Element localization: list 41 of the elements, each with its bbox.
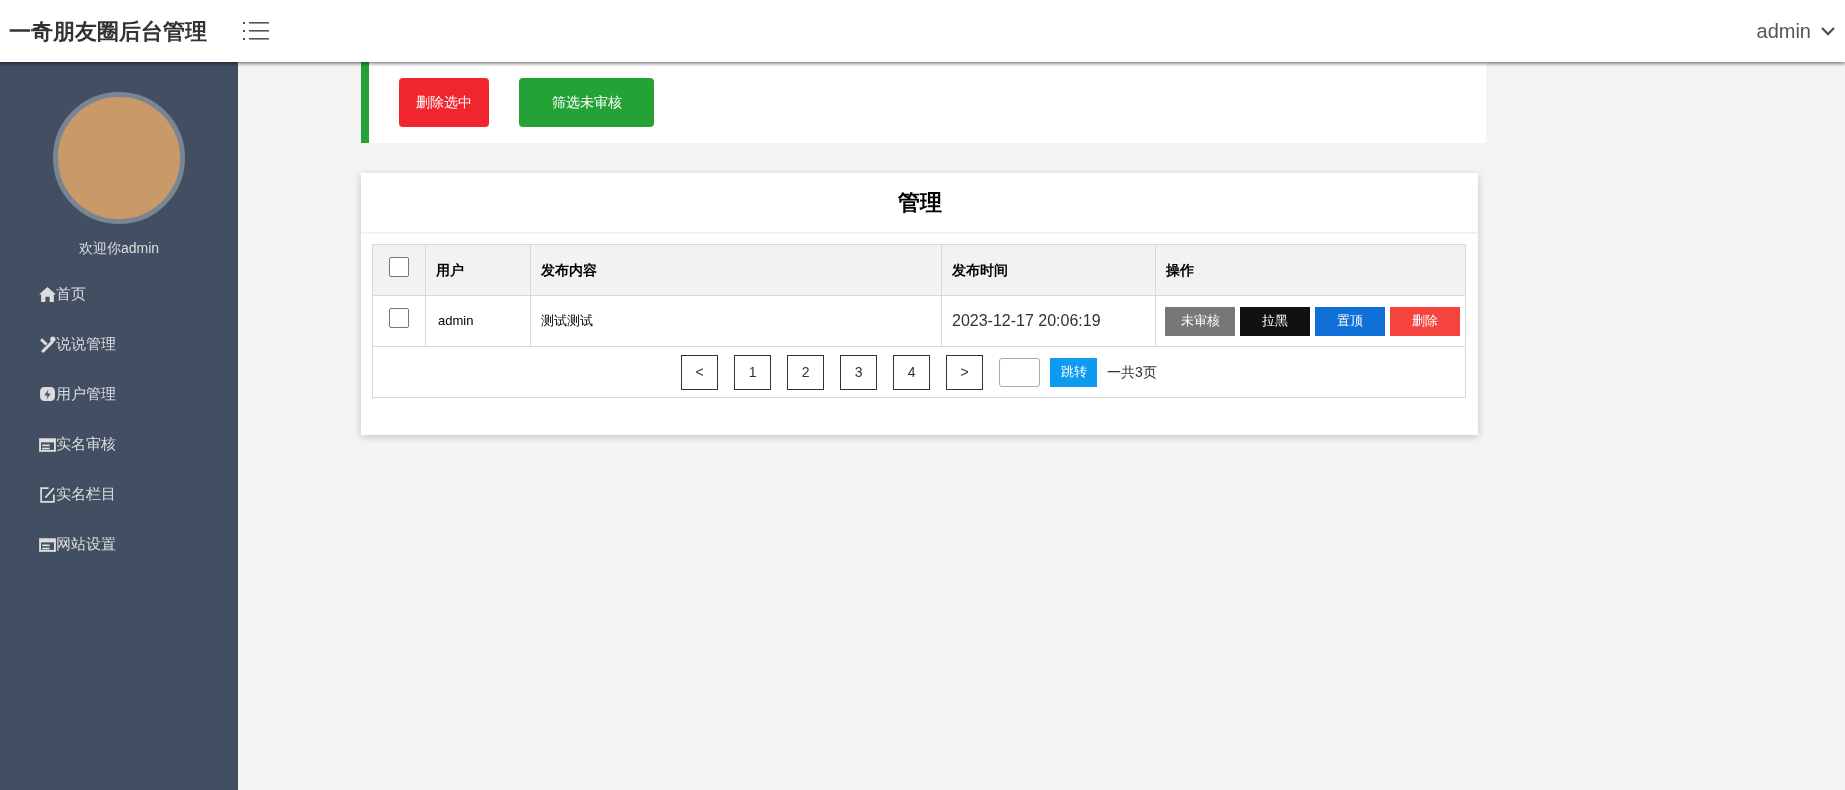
table-cell: 测试测试	[541, 313, 593, 329]
edit-icon	[39, 485, 56, 503]
card-title: 管理	[897, 189, 942, 217]
page-button[interactable]: 2	[787, 354, 825, 390]
card-icon	[39, 435, 56, 453]
column-header: 发布时间	[952, 261, 1008, 278]
action-button[interactable]: 删除	[1390, 306, 1460, 336]
app-title: 一奇朋友圈后台管理	[9, 17, 207, 46]
tools-icon	[39, 335, 56, 353]
delete-selected-button[interactable]: 删除选中	[399, 78, 489, 127]
table-cell: 2023-12-17 20:06:19	[952, 312, 1101, 329]
card-icon	[39, 535, 56, 553]
page-button[interactable]: 1	[734, 354, 772, 390]
checkbox[interactable]	[389, 308, 409, 328]
page-button[interactable]: 4	[893, 354, 931, 390]
action-button[interactable]: 未审核	[1165, 306, 1235, 336]
page-button[interactable]: 3	[840, 354, 878, 390]
previous-page-button[interactable]: <	[681, 354, 719, 390]
welcome-text: 欢迎你admin	[78, 239, 160, 258]
page-total-text: 一共3页	[1107, 362, 1157, 382]
chevron-down-icon[interactable]	[1821, 26, 1835, 36]
table-cell: admin	[438, 313, 474, 329]
sidebar-item[interactable]: 用户管理	[0, 369, 238, 419]
menu-icon[interactable]	[243, 20, 269, 42]
filter-button[interactable]: 筛选未审核	[519, 78, 654, 127]
bolt-badge-icon	[39, 385, 56, 403]
sidebar-item[interactable]: 实名栏目	[0, 469, 238, 519]
action-button[interactable]: 拉黑	[1240, 306, 1310, 336]
home-icon	[39, 285, 56, 303]
column-header: 发布内容	[541, 261, 597, 278]
checkbox[interactable]	[389, 257, 409, 277]
sidebar-item[interactable]: 网站设置	[0, 519, 238, 569]
sidebar-item[interactable]: 首页	[0, 269, 238, 319]
page-input[interactable]	[999, 357, 1041, 387]
action-button[interactable]: 置顶	[1315, 306, 1385, 336]
next-page-button[interactable]: >	[946, 354, 984, 390]
sidebar-item[interactable]: 实名审核	[0, 419, 238, 469]
column-header: 操作	[1166, 261, 1194, 278]
column-header: 用户	[436, 261, 464, 278]
user-menu[interactable]: admin	[1756, 16, 1811, 46]
sidebar-item[interactable]: 说说管理	[0, 319, 238, 369]
